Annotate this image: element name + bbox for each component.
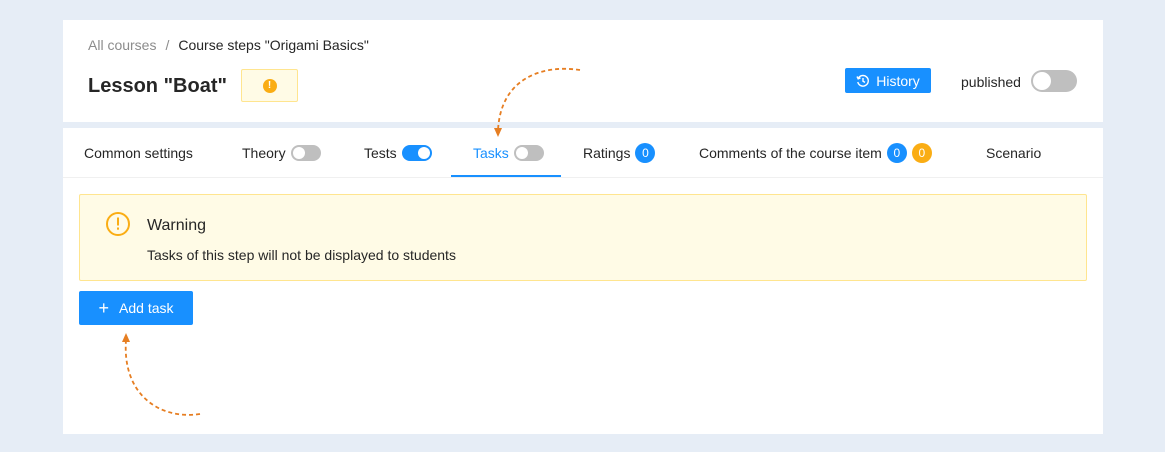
active-tab-indicator (451, 175, 561, 177)
tab-label: Tasks (473, 145, 509, 161)
ratings-count-badge: 0 (635, 143, 656, 163)
comments-pending-badge: 0 (911, 143, 932, 163)
breadcrumb-all-courses[interactable]: All courses (88, 37, 156, 53)
tab-tasks[interactable]: Tasks (473, 128, 544, 178)
theory-toggle[interactable] (290, 145, 321, 161)
add-task-label: Add task (119, 300, 174, 316)
tab-label: Theory (242, 145, 286, 161)
tab-label: Tests (364, 145, 397, 161)
tab-scenario[interactable]: Scenario (986, 128, 1041, 178)
tab-label: Scenario (986, 145, 1042, 161)
alert-description: Tasks of this step will not be displayed… (147, 247, 456, 263)
add-task-button[interactable]: + Add task (79, 291, 193, 325)
history-button[interactable]: History (845, 68, 931, 93)
tab-common-settings[interactable]: Common settings (84, 128, 193, 178)
breadcrumb: All courses / Course steps "Origami Basi… (88, 37, 369, 53)
warning-icon (105, 211, 131, 242)
comments-count-badge: 0 (886, 143, 907, 163)
exclamation-icon: ! (262, 78, 277, 93)
tab-tests[interactable]: Tests (364, 128, 432, 178)
tab-ratings[interactable]: Ratings 0 (583, 128, 656, 178)
tab-comments[interactable]: Comments of the course item 0 0 (699, 128, 932, 178)
lesson-header: All courses / Course steps "Origami Basi… (63, 20, 1103, 122)
status-badge: ! (241, 69, 298, 102)
tab-theory[interactable]: Theory (242, 128, 321, 178)
tab-label: Common settings (84, 145, 193, 161)
history-icon (856, 74, 870, 88)
breadcrumb-separator: / (165, 37, 170, 53)
page-title: Lesson "Boat" (88, 75, 227, 97)
published-label: published (961, 74, 1021, 90)
breadcrumb-current: Course steps "Origami Basics" (178, 37, 369, 53)
tests-toggle[interactable] (401, 145, 432, 161)
history-label: History (876, 72, 920, 89)
tab-label: Ratings (583, 145, 631, 161)
plus-icon: + (98, 298, 110, 318)
content-card: Common settings Theory Tests Tasks Ratin… (63, 128, 1103, 434)
tab-label: Comments of the course item (699, 145, 882, 161)
alert-title: Warning (147, 217, 206, 234)
tab-bar: Common settings Theory Tests Tasks Ratin… (63, 128, 1103, 178)
tasks-toggle[interactable] (513, 145, 544, 161)
published-toggle[interactable] (1031, 70, 1077, 92)
warning-alert: Warning Tasks of this step will not be d… (79, 194, 1087, 281)
